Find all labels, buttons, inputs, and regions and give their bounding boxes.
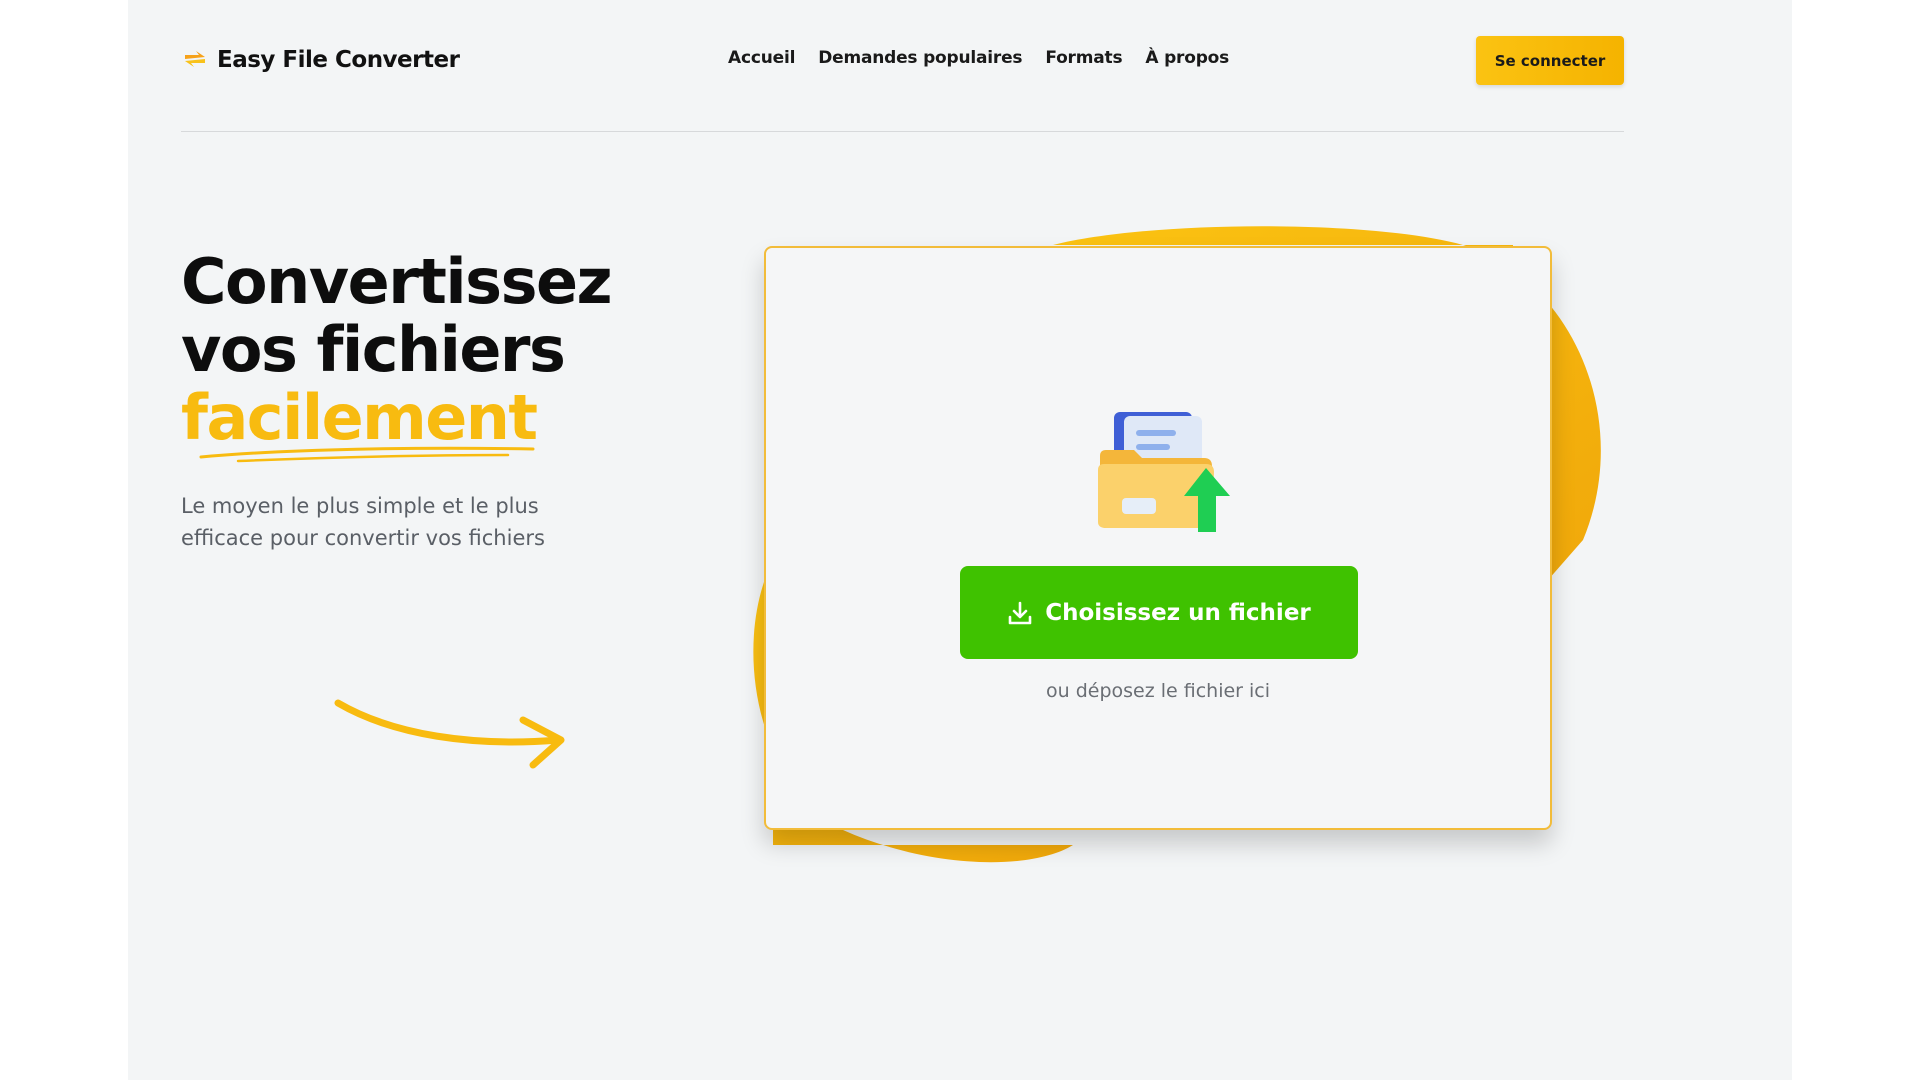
choose-file-label: Choisissez un fichier: [1045, 599, 1311, 626]
site-header: Easy File Converter Accueil Demandes pop…: [128, 0, 1792, 132]
logo[interactable]: Easy File Converter: [181, 46, 460, 74]
upload-dropzone[interactable]: Choisissez un fichier ou déposez le fich…: [764, 246, 1552, 830]
hero-title-accent: facilement: [181, 381, 538, 454]
decorative-arrow-icon: [334, 699, 565, 769]
nav-item-a-propos[interactable]: À propos: [1145, 48, 1229, 68]
nav-item-formats[interactable]: Formats: [1045, 48, 1122, 68]
underline-scribble: [199, 446, 535, 463]
drop-hint: ou déposez le fichier ici: [1045, 680, 1271, 702]
nav-item-accueil[interactable]: Accueil: [728, 48, 795, 68]
main-nav: Accueil Demandes populaires Formats À pr…: [728, 48, 1229, 68]
brand-name: Easy File Converter: [217, 47, 460, 73]
hero-subtitle: Le moyen le plus simple et le plus effic…: [181, 494, 545, 550]
nav-item-demandes-populaires[interactable]: Demandes populaires: [818, 48, 1022, 68]
bolt-arrows-icon: [185, 51, 205, 67]
folder-upload-icon: [1098, 412, 1230, 532]
hero-title-line-2: vos fichiers: [181, 313, 566, 386]
login-button[interactable]: Se connecter: [1476, 36, 1624, 85]
choose-file-button[interactable]: Choisissez un fichier: [960, 566, 1358, 659]
hero-title: Convertissez vos fichiers facilement: [181, 245, 613, 454]
page-background: Easy File Converter Accueil Demandes pop…: [128, 0, 1792, 1080]
header-divider: [181, 131, 1624, 132]
hero-title-line-1: Convertissez: [181, 245, 613, 318]
download-icon: [1008, 601, 1032, 624]
